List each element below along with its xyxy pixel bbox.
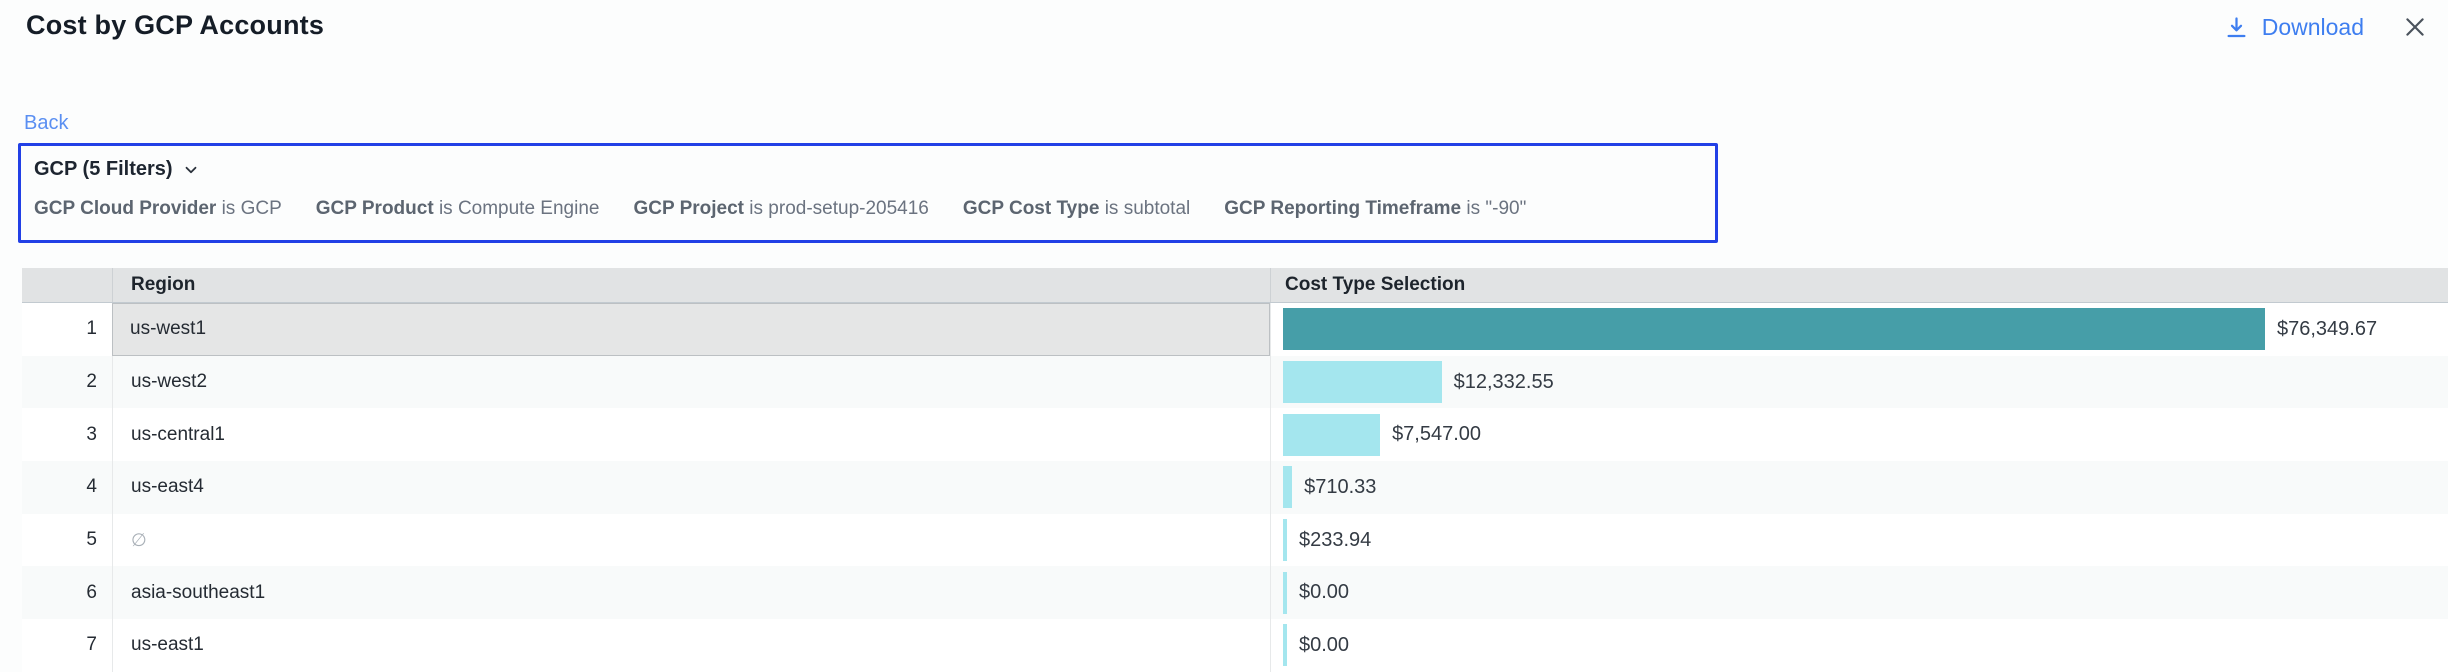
filter-condition: is GCP <box>222 198 282 219</box>
cost-cell[interactable]: $7,547.00 <box>1270 408 2448 461</box>
filter-chip: GCP Project is prod-setup-205416 <box>633 198 928 220</box>
filter-summary-toggle[interactable]: GCP (5 Filters) <box>34 158 200 181</box>
row-number-header <box>22 268 112 302</box>
filter-chip: GCP Reporting Timeframe is "-90" <box>1224 198 1526 220</box>
cost-cell[interactable]: $0.00 <box>1270 566 2448 619</box>
region-cell[interactable]: us-east1 <box>112 619 1270 672</box>
region-cell[interactable]: ∅ <box>112 514 1270 567</box>
table-row: 3 us-central1 $7,547.00 <box>22 408 2448 461</box>
filter-chip: GCP Cloud Provider is GCP <box>34 198 282 220</box>
cost-bar <box>1283 519 1287 561</box>
close-icon <box>2402 14 2428 40</box>
cost-cell[interactable]: $76,349.67 <box>1270 303 2448 356</box>
row-number-cell[interactable]: 5 <box>22 514 112 567</box>
cost-value-label: $7,547.00 <box>1392 423 1481 446</box>
cost-bar <box>1283 361 1442 403</box>
filter-condition: is Compute Engine <box>439 198 600 219</box>
close-button[interactable] <box>2398 10 2432 44</box>
cost-bar <box>1283 308 2265 350</box>
header-actions: Download <box>2223 10 2432 44</box>
row-number-cell[interactable]: 3 <box>22 408 112 461</box>
filter-condition: is subtotal <box>1105 198 1191 219</box>
filter-name: GCP Cost Type <box>963 198 1100 219</box>
cost-cell[interactable]: $233.94 <box>1270 514 2448 567</box>
cost-value-label: $233.94 <box>1299 529 1371 552</box>
page-title: Cost by GCP Accounts <box>26 10 324 41</box>
table-row: 6 asia-southeast1 $0.00 <box>22 566 2448 619</box>
download-label: Download <box>2262 14 2364 41</box>
filter-name: GCP Project <box>633 198 744 219</box>
filter-name: GCP Cloud Provider <box>34 198 216 219</box>
chevron-down-icon <box>182 161 200 179</box>
cost-value-label: $710.33 <box>1304 476 1376 499</box>
filter-condition: is prod-setup-205416 <box>749 198 929 219</box>
filter-summary-label: GCP (5 Filters) <box>34 158 173 181</box>
filter-box: GCP (5 Filters) GCP Cloud Provider is GC… <box>18 143 1718 243</box>
cost-value-label: $12,332.55 <box>1454 371 1554 394</box>
row-number-cell[interactable]: 1 <box>22 303 112 356</box>
cost-cell[interactable]: $710.33 <box>1270 461 2448 514</box>
filter-chip: GCP Cost Type is subtotal <box>963 198 1190 220</box>
filter-chip: GCP Product is Compute Engine <box>316 198 600 220</box>
cost-cell[interactable]: $0.00 <box>1270 619 2448 672</box>
cost-table: Region Cost Type Selection 1 us-west1 $7… <box>22 268 2448 672</box>
region-cell[interactable]: us-central1 <box>112 408 1270 461</box>
table-row: 7 us-east1 $0.00 <box>22 619 2448 672</box>
table-row: 4 us-east4 $710.33 <box>22 461 2448 514</box>
cost-value-label: $0.00 <box>1299 634 1349 657</box>
cost-value-label: $0.00 <box>1299 581 1349 604</box>
region-cell[interactable]: us-west2 <box>112 356 1270 409</box>
download-icon <box>2223 14 2250 41</box>
region-cell[interactable]: us-east4 <box>112 461 1270 514</box>
cost-cell[interactable]: $12,332.55 <box>1270 356 2448 409</box>
cost-bar <box>1283 414 1380 456</box>
table-row: 1 us-west1 $76,349.67 <box>22 303 2448 356</box>
table-row: 2 us-west2 $12,332.55 <box>22 356 2448 409</box>
row-number-cell[interactable]: 6 <box>22 566 112 619</box>
region-column-header[interactable]: Region <box>112 268 1270 302</box>
filter-name: GCP Product <box>316 198 434 219</box>
back-link[interactable]: Back <box>24 112 68 135</box>
table-body: 1 us-west1 $76,349.67 2 us-west2 $12,332… <box>22 303 2448 672</box>
region-cell[interactable]: asia-southeast1 <box>112 566 1270 619</box>
cost-bar <box>1283 624 1287 666</box>
table-header-row: Region Cost Type Selection <box>22 268 2448 303</box>
cost-column-header[interactable]: Cost Type Selection <box>1270 268 2448 302</box>
row-number-cell[interactable]: 7 <box>22 619 112 672</box>
cost-value-label: $76,349.67 <box>2277 318 2377 341</box>
cost-bar <box>1283 466 1292 508</box>
filter-list: GCP Cloud Provider is GCP GCP Product is… <box>34 198 1701 220</box>
region-cell[interactable]: us-west1 <box>112 303 1270 356</box>
row-number-cell[interactable]: 4 <box>22 461 112 514</box>
cost-bar <box>1283 572 1287 614</box>
filter-condition: is "-90" <box>1466 198 1526 219</box>
row-number-cell[interactable]: 2 <box>22 356 112 409</box>
download-button[interactable]: Download <box>2223 14 2364 41</box>
filter-name: GCP Reporting Timeframe <box>1224 198 1461 219</box>
table-row: 5 ∅ $233.94 <box>22 514 2448 567</box>
